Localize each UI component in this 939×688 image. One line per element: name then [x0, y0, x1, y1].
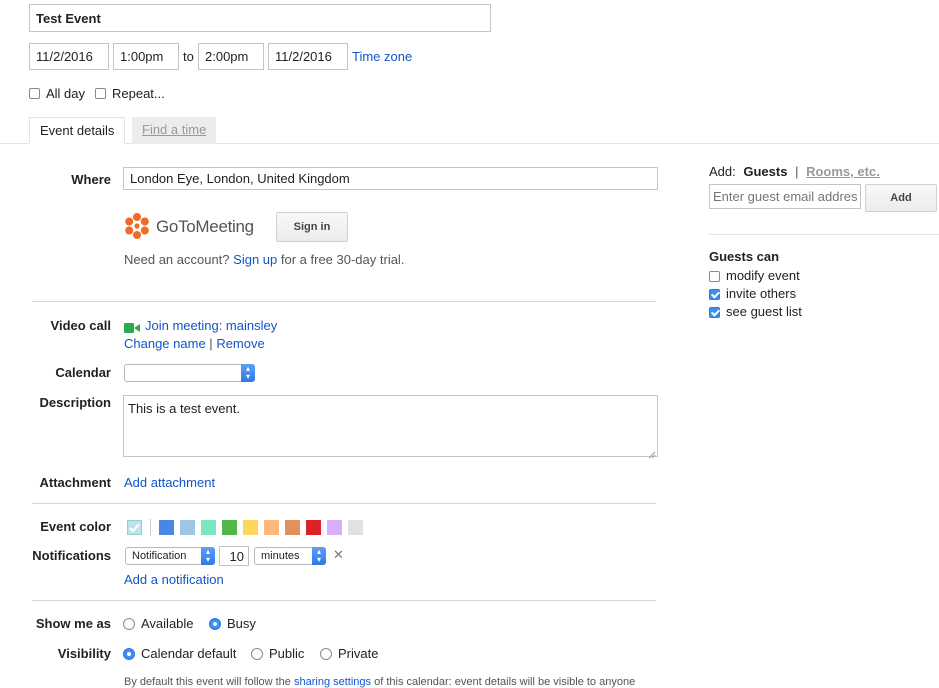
- all-day-checkbox[interactable]: [29, 88, 40, 99]
- divider-3: [32, 600, 656, 601]
- busy-label: Busy: [227, 616, 256, 631]
- trial-text: for a free 30-day trial.: [280, 252, 405, 267]
- rooms-tab[interactable]: Rooms, etc.: [806, 164, 880, 179]
- chevron-updown-icon: ▴ ▾: [201, 547, 215, 565]
- add-guest-button[interactable]: Add: [865, 184, 937, 212]
- actions-separator: |: [209, 336, 213, 351]
- event-color-swatch[interactable]: [243, 520, 258, 535]
- divider-2: [32, 503, 656, 504]
- private-label: Private: [338, 646, 379, 661]
- remove-notification-icon[interactable]: ✕: [333, 547, 344, 563]
- public-label: Public: [269, 646, 305, 661]
- add-attachment-link[interactable]: Add attachment: [124, 475, 215, 490]
- event-color-swatch[interactable]: [264, 520, 279, 535]
- show-me-as-available-radio[interactable]: [123, 618, 135, 630]
- remove-link[interactable]: Remove: [216, 336, 264, 351]
- event-color-swatch[interactable]: [285, 520, 300, 535]
- visibility-public-radio[interactable]: [251, 648, 263, 660]
- notification-unit-value: minutes: [261, 550, 300, 562]
- gotomeeting-flower-icon: [123, 212, 151, 240]
- visibility-footer-text: By default this event will follow the sh…: [124, 676, 635, 688]
- tab-event-details[interactable]: Event details: [29, 117, 126, 144]
- event-color-swatch[interactable]: [306, 520, 321, 535]
- description-label: Description: [39, 395, 111, 410]
- see-guest-list-label: see guest list: [726, 304, 802, 319]
- event-color-swatch[interactable]: [159, 520, 174, 535]
- show-me-as-busy-radio[interactable]: [209, 618, 221, 630]
- gotomeeting-logo-text: GoToMeeting: [156, 217, 254, 236]
- event-color-swatch[interactable]: [327, 520, 342, 535]
- modify-event-checkbox[interactable]: [709, 271, 720, 282]
- modify-event-label: modify event: [726, 268, 800, 283]
- description-textarea[interactable]: This is a test event.: [123, 395, 658, 459]
- guests-tab[interactable]: Guests: [743, 164, 787, 179]
- end-date-input[interactable]: [268, 43, 348, 70]
- see-guest-list-checkbox[interactable]: [709, 307, 720, 318]
- notification-type-select[interactable]: Notification ▴ ▾: [125, 547, 215, 565]
- footer-text-end: of this calendar: event details will be …: [374, 676, 636, 688]
- calendar-default-label: Calendar default: [141, 646, 237, 661]
- event-title-input[interactable]: [29, 4, 491, 32]
- repeat-checkbox[interactable]: [95, 88, 106, 99]
- add-notification-link[interactable]: Add a notification: [124, 572, 224, 587]
- check-icon: [129, 523, 140, 533]
- visibility-label: Visibility: [57, 646, 111, 661]
- where-input[interactable]: [123, 167, 658, 190]
- event-color-swatch[interactable]: [180, 520, 195, 535]
- repeat-label: Repeat...: [112, 86, 165, 101]
- where-label: Where: [71, 172, 111, 187]
- resize-handle-icon[interactable]: [648, 447, 656, 459]
- description-text: This is a test event.: [128, 401, 240, 416]
- start-time-input[interactable]: [113, 43, 179, 70]
- divider-1: [32, 301, 656, 302]
- gotomeeting-sign-in-button[interactable]: Sign in: [276, 212, 348, 242]
- change-name-link[interactable]: Change name: [124, 336, 206, 351]
- to-label: to: [183, 49, 194, 64]
- invite-others-checkbox[interactable]: [709, 289, 720, 300]
- event-color-swatch[interactable]: [348, 520, 363, 535]
- sign-up-link[interactable]: Sign up: [233, 252, 277, 267]
- add-label: Add:: [709, 164, 736, 179]
- guests-add-header: Add: Guests | Rooms, etc.: [709, 164, 880, 179]
- video-camera-icon: [124, 321, 140, 333]
- event-color-label: Event color: [40, 519, 111, 534]
- event-color-swatch[interactable]: [201, 520, 216, 535]
- guests-divider: [709, 234, 939, 235]
- gotomeeting-signup-line: Need an account? Sign up for a free 30-d…: [124, 252, 404, 267]
- video-call-label: Video call: [50, 318, 111, 333]
- guest-email-input[interactable]: [709, 184, 861, 209]
- calendar-select[interactable]: ▴ ▾: [124, 364, 255, 382]
- attachment-label: Attachment: [39, 475, 111, 490]
- event-color-swatch[interactable]: [222, 520, 237, 535]
- show-me-as-label: Show me as: [35, 616, 111, 631]
- chevron-updown-icon: ▴ ▾: [241, 364, 255, 382]
- available-label: Available: [141, 616, 194, 631]
- visibility-calendar-default-radio[interactable]: [123, 648, 135, 660]
- calendar-label: Calendar: [55, 365, 111, 380]
- video-call-actions: Change name | Remove: [124, 336, 265, 351]
- join-meeting-link[interactable]: Join meeting: mainsley: [145, 318, 277, 333]
- footer-text-start: By default this event will follow the: [124, 676, 291, 688]
- notification-unit-select[interactable]: minutes ▴ ▾: [254, 547, 326, 565]
- time-zone-link[interactable]: Time zone: [352, 49, 412, 64]
- notification-amount-input[interactable]: [219, 546, 249, 566]
- sharing-settings-link[interactable]: sharing settings: [294, 676, 371, 688]
- visibility-private-radio[interactable]: [320, 648, 332, 660]
- notification-type-value: Notification: [132, 550, 187, 562]
- guests-separator: |: [795, 164, 799, 179]
- notifications-label: Notifications: [32, 548, 111, 563]
- need-account-text: Need an account?: [124, 252, 230, 267]
- swatch-separator: [150, 519, 151, 536]
- chevron-updown-icon: ▴ ▾: [312, 547, 326, 565]
- tab-find-a-time[interactable]: Find a time: [132, 117, 217, 144]
- start-date-input[interactable]: [29, 43, 109, 70]
- guests-can-label: Guests can: [709, 249, 780, 264]
- event-color-default-swatch[interactable]: [127, 520, 142, 535]
- end-time-input[interactable]: [198, 43, 264, 70]
- all-day-label: All day: [46, 86, 86, 101]
- invite-others-label: invite others: [726, 286, 797, 301]
